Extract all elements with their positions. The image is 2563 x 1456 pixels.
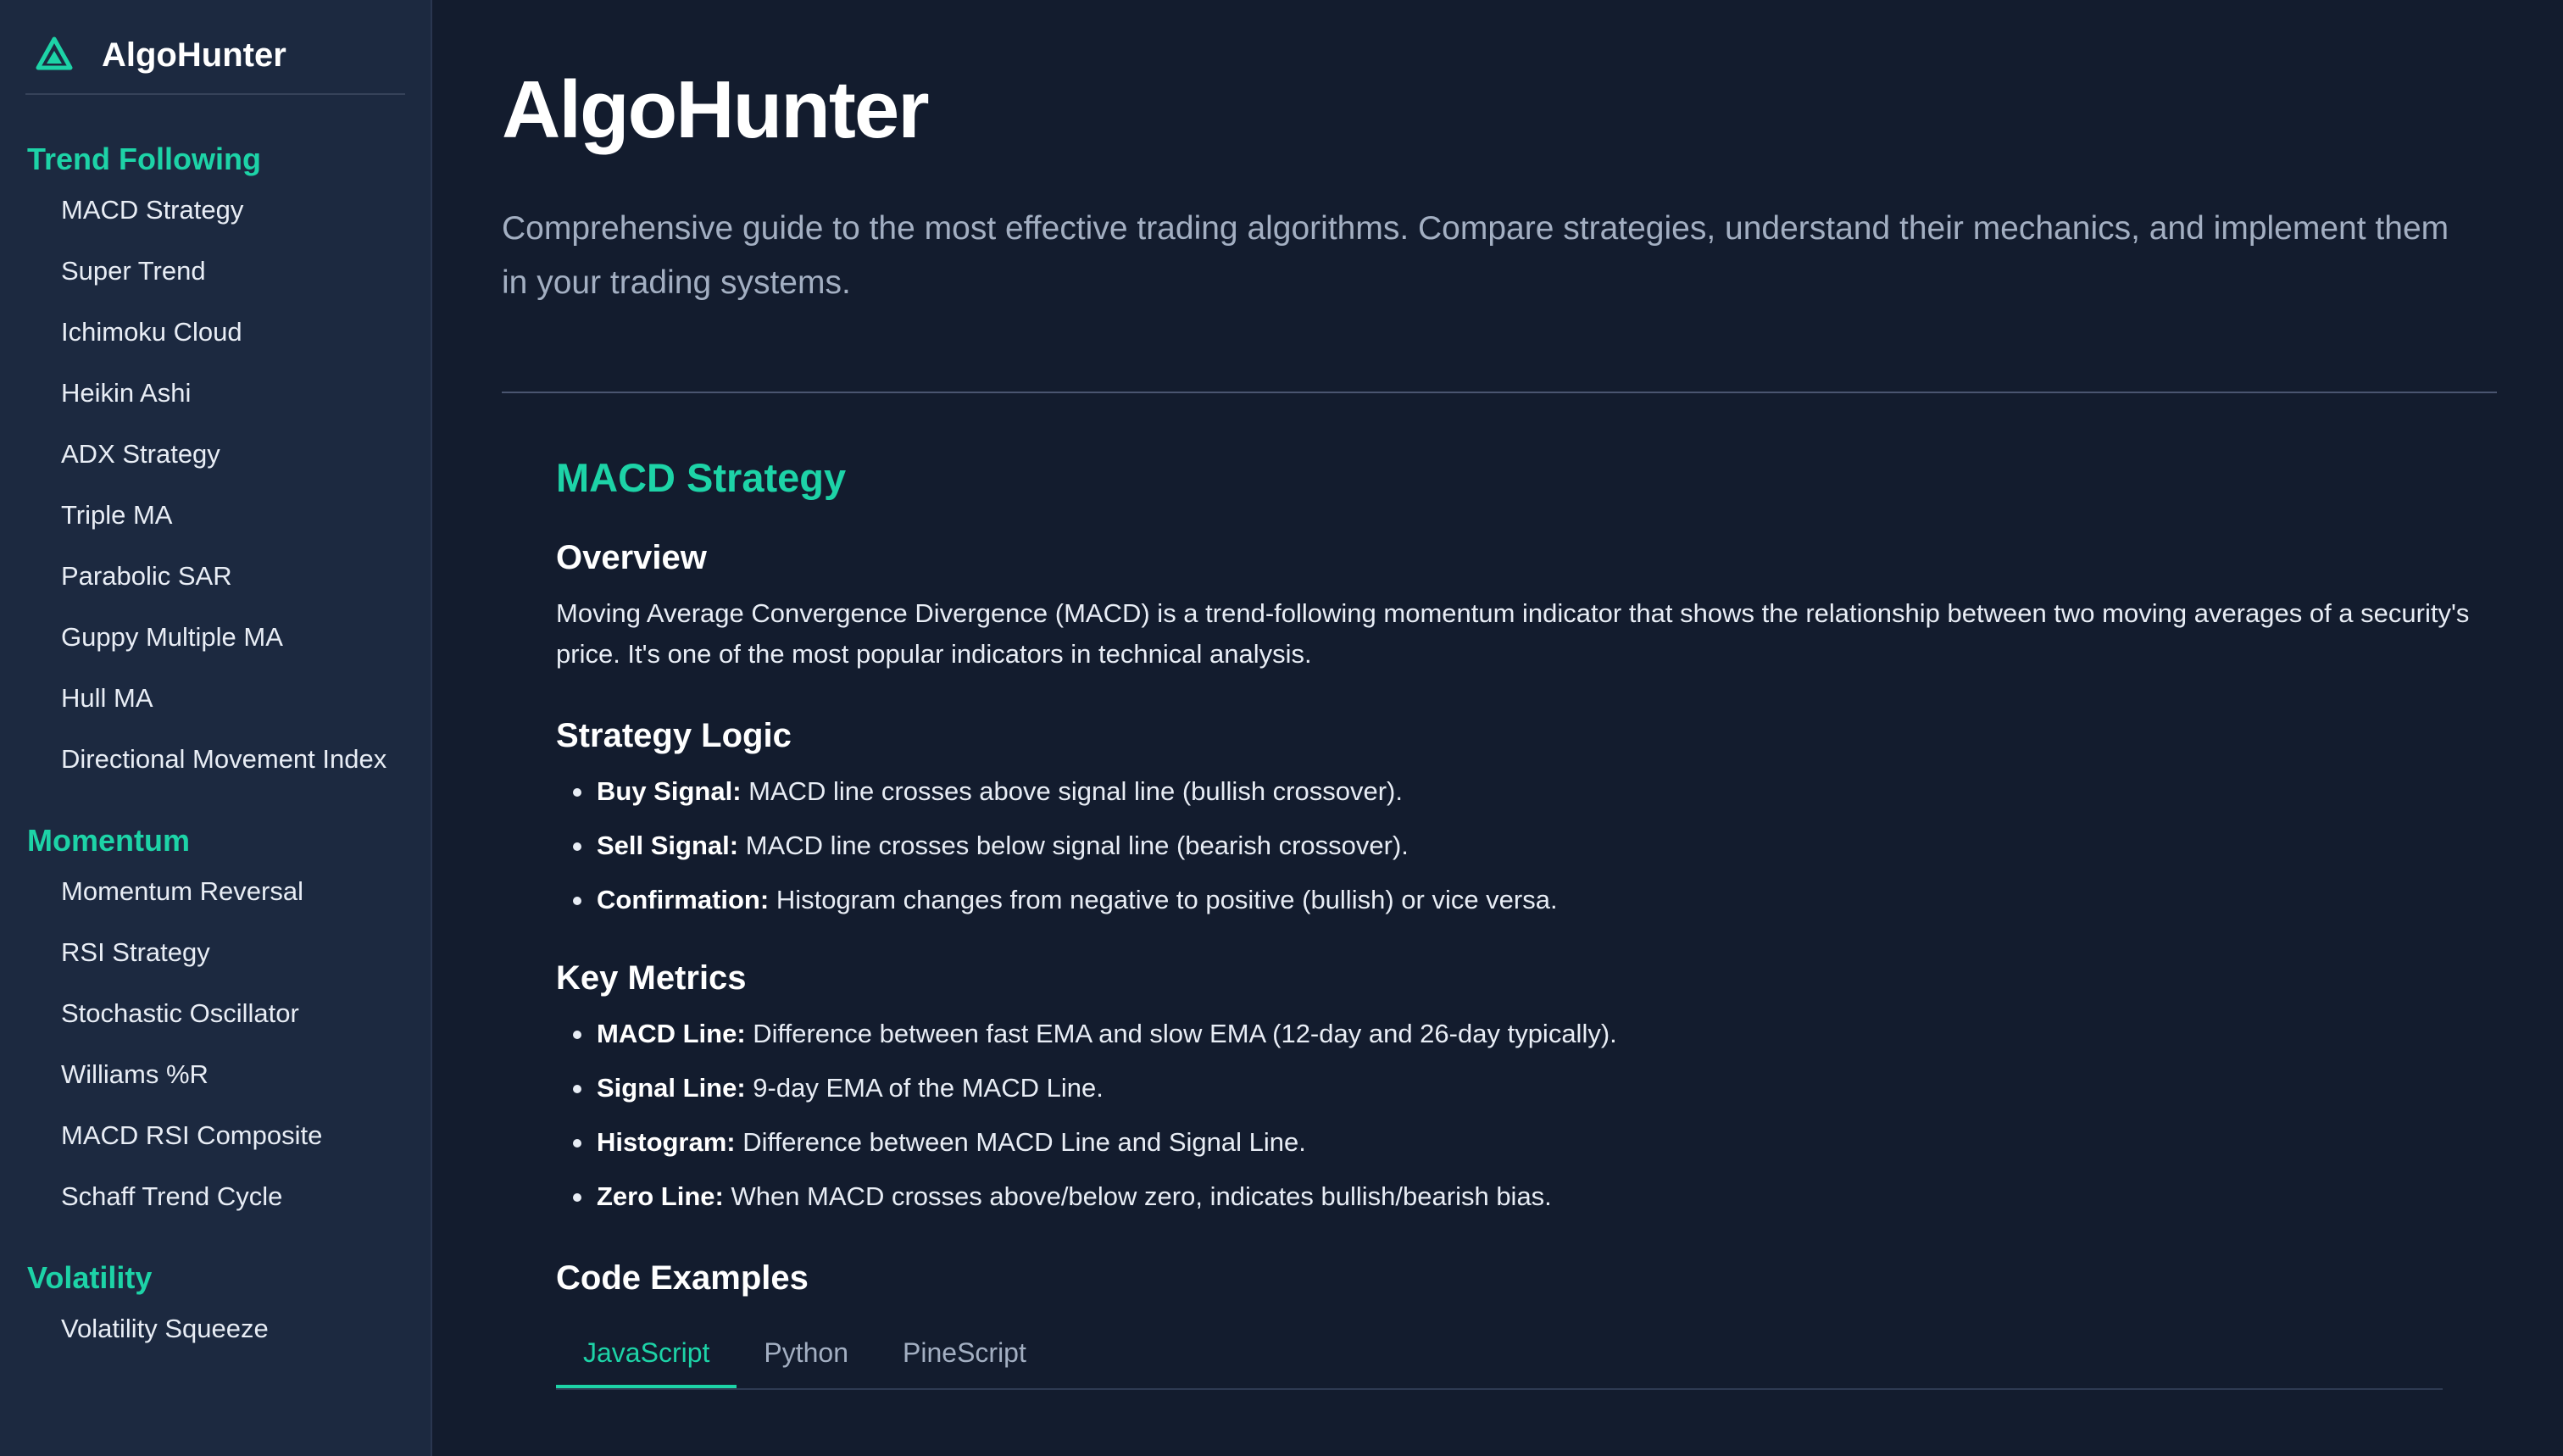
sidebar: AlgoHunter Trend Following MACD Strategy S… — [0, 0, 432, 1456]
app-root: AlgoHunter Trend Following MACD Strategy S… — [0, 0, 2563, 1456]
sidebar-item-adx-strategy[interactable]: ADX Strategy — [0, 434, 431, 475]
sidebar-nav: Trend Following MACD Strategy Super Trend I… — [0, 95, 431, 1370]
brand[interactable]: AlgoHunter — [25, 31, 405, 95]
divider — [502, 392, 2497, 393]
strategy-title: MACD Strategy — [556, 455, 847, 500]
nav-list: Volatility Squeeze — [0, 1309, 431, 1349]
logic-list-item: Confirmation: Histogram changes from neg… — [556, 880, 2497, 920]
brand-name: AlgoHunter — [102, 36, 286, 74]
nav-heading: Momentum — [27, 823, 190, 858]
nav-heading: Volatility — [27, 1260, 153, 1295]
nav-section-trend-following: Trend Following MACD Strategy Super Trend I… — [0, 141, 431, 780]
tab-pinescript[interactable]: PineScript — [876, 1327, 1054, 1388]
sidebar-item-directional-movement-index[interactable]: Directional Movement Index — [0, 739, 431, 780]
bullet-term: MACD Line: — [597, 1019, 746, 1048]
sidebar-item-super-trend[interactable]: Super Trend — [0, 251, 431, 292]
bullet-text: MACD line crosses below signal line (bea… — [738, 831, 1409, 860]
metric-list-item: Histogram: Difference between MACD Line … — [556, 1122, 2497, 1163]
sidebar-item-momentum-reversal[interactable]: Momentum Reversal — [0, 871, 431, 912]
strategy-logic-heading: Strategy Logic — [556, 717, 792, 754]
sidebar-item-triple-ma[interactable]: Triple MA — [0, 495, 431, 536]
sidebar-item-guppy-multiple-ma[interactable]: Guppy Multiple MA — [0, 617, 431, 658]
bullet-text: Histogram changes from negative to posit… — [769, 885, 1558, 914]
nav-list: Momentum Reversal RSI Strategy Stochastic … — [0, 871, 431, 1217]
sidebar-item-schaff-trend-cycle[interactable]: Schaff Trend Cycle — [0, 1176, 431, 1217]
nav-section-momentum: Momentum Momentum Reversal RSI Strategy Sto… — [0, 822, 431, 1217]
sidebar-item-volatility-squeeze[interactable]: Volatility Squeeze — [0, 1309, 431, 1349]
nav-heading: Trend Following — [27, 142, 261, 176]
sidebar-item-rsi-strategy[interactable]: RSI Strategy — [0, 932, 431, 973]
code-tabs: JavaScript Python PineScript — [556, 1327, 2443, 1390]
nav-list: MACD Strategy Super Trend Ichimoku Cloud He… — [0, 190, 431, 780]
nav-section-volatility: Volatility Volatility Squeeze — [0, 1259, 431, 1349]
key-metrics-heading: Key Metrics — [556, 959, 747, 997]
bullet-term: Buy Signal: — [597, 776, 742, 806]
bullet-term: Sell Signal: — [597, 831, 739, 860]
sidebar-item-heikin-ashi[interactable]: Heikin Ashi — [0, 373, 431, 414]
page-title: AlgoHunter — [502, 64, 930, 155]
sidebar-item-parabolic-sar[interactable]: Parabolic SAR — [0, 556, 431, 597]
bullet-term: Confirmation: — [597, 885, 770, 914]
logic-list-item: Buy Signal: MACD line crosses above sign… — [556, 771, 2497, 812]
triangle-logo-icon — [36, 36, 73, 70]
sidebar-item-williams-r[interactable]: Williams %R — [0, 1054, 431, 1095]
bullet-text: Difference between fast EMA and slow EMA… — [745, 1019, 1617, 1048]
main-content: AlgoHunter Comprehensive guide to the mo… — [502, 0, 2497, 1456]
key-metrics-list: MACD Line: Difference between fast EMA a… — [556, 1014, 2497, 1217]
bullet-text: MACD line crosses above signal line (bul… — [741, 776, 1403, 806]
tab-python[interactable]: Python — [737, 1327, 876, 1388]
tab-javascript[interactable]: JavaScript — [556, 1327, 737, 1388]
strategy-section: MACD Strategy Overview Moving Average Co… — [556, 444, 2497, 1390]
bullet-term: Histogram: — [597, 1127, 736, 1157]
bullet-text: Difference between MACD Line and Signal … — [735, 1127, 1306, 1157]
logic-list-item: Sell Signal: MACD line crosses below sig… — [556, 825, 2497, 866]
metric-list-item: Signal Line: 9-day EMA of the MACD Line. — [556, 1068, 2497, 1109]
page-description: Comprehensive guide to the most effectiv… — [502, 210, 2449, 301]
overview-heading: Overview — [556, 539, 707, 576]
sidebar-item-hull-ma[interactable]: Hull MA — [0, 678, 431, 719]
bullet-term: Zero Line: — [597, 1181, 724, 1211]
strategy-logic-list: Buy Signal: MACD line crosses above sign… — [556, 771, 2497, 920]
code-examples-heading: Code Examples — [556, 1259, 809, 1297]
bullet-text: 9-day EMA of the MACD Line. — [745, 1073, 1104, 1103]
metric-list-item: Zero Line: When MACD crosses above/below… — [556, 1176, 2497, 1217]
sidebar-item-macd-strategy[interactable]: MACD Strategy — [0, 190, 431, 231]
bullet-text: When MACD crosses above/below zero, indi… — [723, 1181, 1552, 1211]
bullet-term: Signal Line: — [597, 1073, 746, 1103]
sidebar-item-ichimoku-cloud[interactable]: Ichimoku Cloud — [0, 312, 431, 353]
metric-list-item: MACD Line: Difference between fast EMA a… — [556, 1014, 2497, 1054]
sidebar-item-stochastic-oscillator[interactable]: Stochastic Oscillator — [0, 993, 431, 1034]
sidebar-item-macd-rsi-composite[interactable]: MACD RSI Composite — [0, 1115, 431, 1156]
overview-text: Moving Average Convergence Divergence (M… — [556, 598, 2470, 669]
